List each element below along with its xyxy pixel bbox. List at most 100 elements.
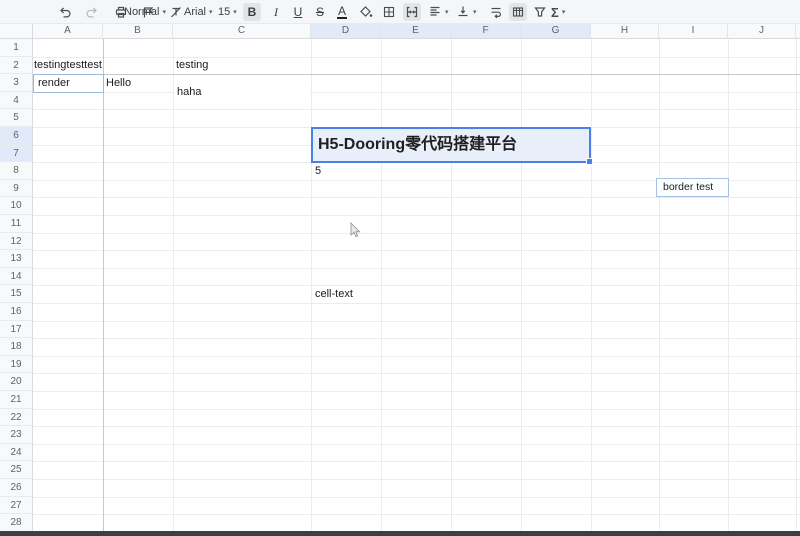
cell-I9-bordered[interactable]: border test	[656, 178, 729, 197]
clear-format-button[interactable]	[167, 3, 185, 21]
row-header-22[interactable]: 22	[0, 409, 32, 426]
row-header-8[interactable]: 8	[0, 162, 32, 180]
row-header-23[interactable]: 23	[0, 426, 32, 444]
gridline-h	[33, 215, 800, 216]
text-wrap-button[interactable]	[487, 3, 505, 21]
gridline-h	[33, 57, 800, 58]
redo-icon	[85, 5, 99, 19]
row-header-18[interactable]: 18	[0, 338, 32, 356]
row-header-11[interactable]: 11	[0, 215, 32, 233]
paint-bucket-icon	[359, 5, 373, 19]
column-header-H[interactable]: H	[591, 24, 659, 38]
gridline-h	[33, 321, 800, 322]
row-header-14[interactable]: 14	[0, 268, 32, 285]
row-header-4[interactable]: 4	[0, 92, 32, 109]
chevron-down-icon: ▾	[162, 8, 166, 16]
cell-D15[interactable]: cell-text	[315, 286, 353, 303]
row-header-21[interactable]: 21	[0, 391, 32, 409]
cell-C2[interactable]: testing	[176, 57, 208, 74]
corner-box[interactable]	[0, 24, 33, 39]
row-header-13[interactable]: 13	[0, 250, 32, 268]
column-header-G[interactable]: G	[521, 24, 591, 38]
column-header-I[interactable]: I	[659, 24, 728, 38]
fill-handle[interactable]	[586, 158, 593, 165]
merged-cell-C3-C4[interactable]: haha	[174, 75, 310, 109]
vertical-align-dropdown[interactable]: ▾	[456, 3, 477, 21]
selected-merged-cell-D6-G7[interactable]: H5-Dooring零代码搭建平台	[311, 127, 593, 165]
font-size-dropdown-value: 15	[218, 6, 231, 18]
undo-button[interactable]	[56, 3, 74, 21]
row-header-24[interactable]: 24	[0, 444, 32, 461]
cell-A3-bordered[interactable]: render	[33, 74, 104, 93]
gridline-h	[33, 461, 800, 462]
row-header-2[interactable]: 2	[0, 57, 32, 74]
row-header-10[interactable]: 10	[0, 197, 32, 215]
gridline-h	[33, 285, 800, 286]
toolbar: Normal ▾ Arial ▾ 15 ▾ B I U S A ▾ ▾ Σ ▾	[0, 0, 800, 24]
row-header-12[interactable]: 12	[0, 233, 32, 250]
row-header-9[interactable]: 9	[0, 180, 32, 197]
bottom-bar	[0, 531, 800, 536]
table-icon	[511, 5, 525, 19]
row-header-15[interactable]: 15	[0, 285, 32, 303]
redo-button[interactable]	[83, 3, 101, 21]
underline-label: U	[293, 5, 303, 19]
row-header-16[interactable]: 16	[0, 303, 32, 321]
column-header-B[interactable]: B	[103, 24, 173, 38]
gridline-h	[33, 373, 800, 374]
row-header-26[interactable]: 26	[0, 479, 32, 497]
filter-button[interactable]	[531, 3, 549, 21]
bold-button[interactable]: B	[243, 3, 261, 21]
cell-D8[interactable]: 5	[315, 163, 321, 180]
strikethrough-label: S	[315, 5, 324, 19]
gridline-h	[33, 356, 800, 357]
chevron-down-icon: ▾	[209, 8, 213, 16]
column-header-D[interactable]: D	[311, 24, 381, 38]
column-header-F[interactable]: F	[451, 24, 521, 38]
row-header-28[interactable]: 28	[0, 514, 32, 532]
text-color-button[interactable]: A	[333, 3, 351, 21]
merged-cell-title: H5-Dooring零代码搭建平台	[318, 136, 518, 153]
italic-button[interactable]: I	[267, 3, 285, 21]
style-dropdown-value: Normal	[124, 6, 160, 18]
row-header-5[interactable]: 5	[0, 109, 32, 127]
font-dropdown[interactable]: Arial ▾	[184, 3, 213, 21]
merge-cells-icon	[405, 5, 419, 19]
row-header-6[interactable]: 6	[0, 127, 32, 145]
strikethrough-button[interactable]: S	[311, 3, 329, 21]
underline-button[interactable]: U	[289, 3, 307, 21]
align-left-icon	[428, 4, 442, 21]
row-header-27[interactable]: 27	[0, 497, 32, 514]
column-header-E[interactable]: E	[381, 24, 451, 38]
clear-format-icon	[169, 5, 183, 19]
column-header-row: ABCDEFGHIJ	[33, 24, 800, 39]
cell-A2[interactable]: testingtesttestets	[34, 57, 102, 73]
row-header-19[interactable]: 19	[0, 356, 32, 373]
font-size-dropdown[interactable]: 15 ▾	[218, 3, 237, 21]
borders-button[interactable]	[380, 3, 398, 21]
undo-icon	[58, 5, 72, 19]
column-header-A[interactable]: A	[33, 24, 103, 38]
column-header-C[interactable]: C	[173, 24, 311, 38]
chevron-down-icon: ▾	[473, 8, 477, 16]
cell-B3[interactable]: Hello	[106, 75, 131, 92]
row-header-17[interactable]: 17	[0, 321, 32, 338]
gridline-h	[33, 92, 800, 93]
gridline-h	[33, 197, 800, 198]
row-header-7[interactable]: 7	[0, 145, 32, 162]
functions-dropdown[interactable]: Σ ▾	[551, 3, 565, 21]
table-button[interactable]	[509, 3, 527, 21]
row-header-25[interactable]: 25	[0, 461, 32, 479]
row-header-3[interactable]: 3	[0, 74, 32, 92]
gridline-h	[33, 250, 800, 251]
column-header-J[interactable]: J	[728, 24, 796, 38]
horizontal-align-dropdown[interactable]: ▾	[428, 3, 449, 21]
merge-cells-button[interactable]	[403, 3, 421, 21]
fill-color-button[interactable]	[357, 3, 375, 21]
text-color-label: A	[336, 3, 347, 19]
gridline-h	[33, 444, 800, 445]
row-header-1[interactable]: 1	[0, 39, 32, 57]
gridline-h	[33, 233, 800, 234]
style-dropdown[interactable]: Normal ▾	[124, 3, 166, 21]
row-header-20[interactable]: 20	[0, 373, 32, 391]
